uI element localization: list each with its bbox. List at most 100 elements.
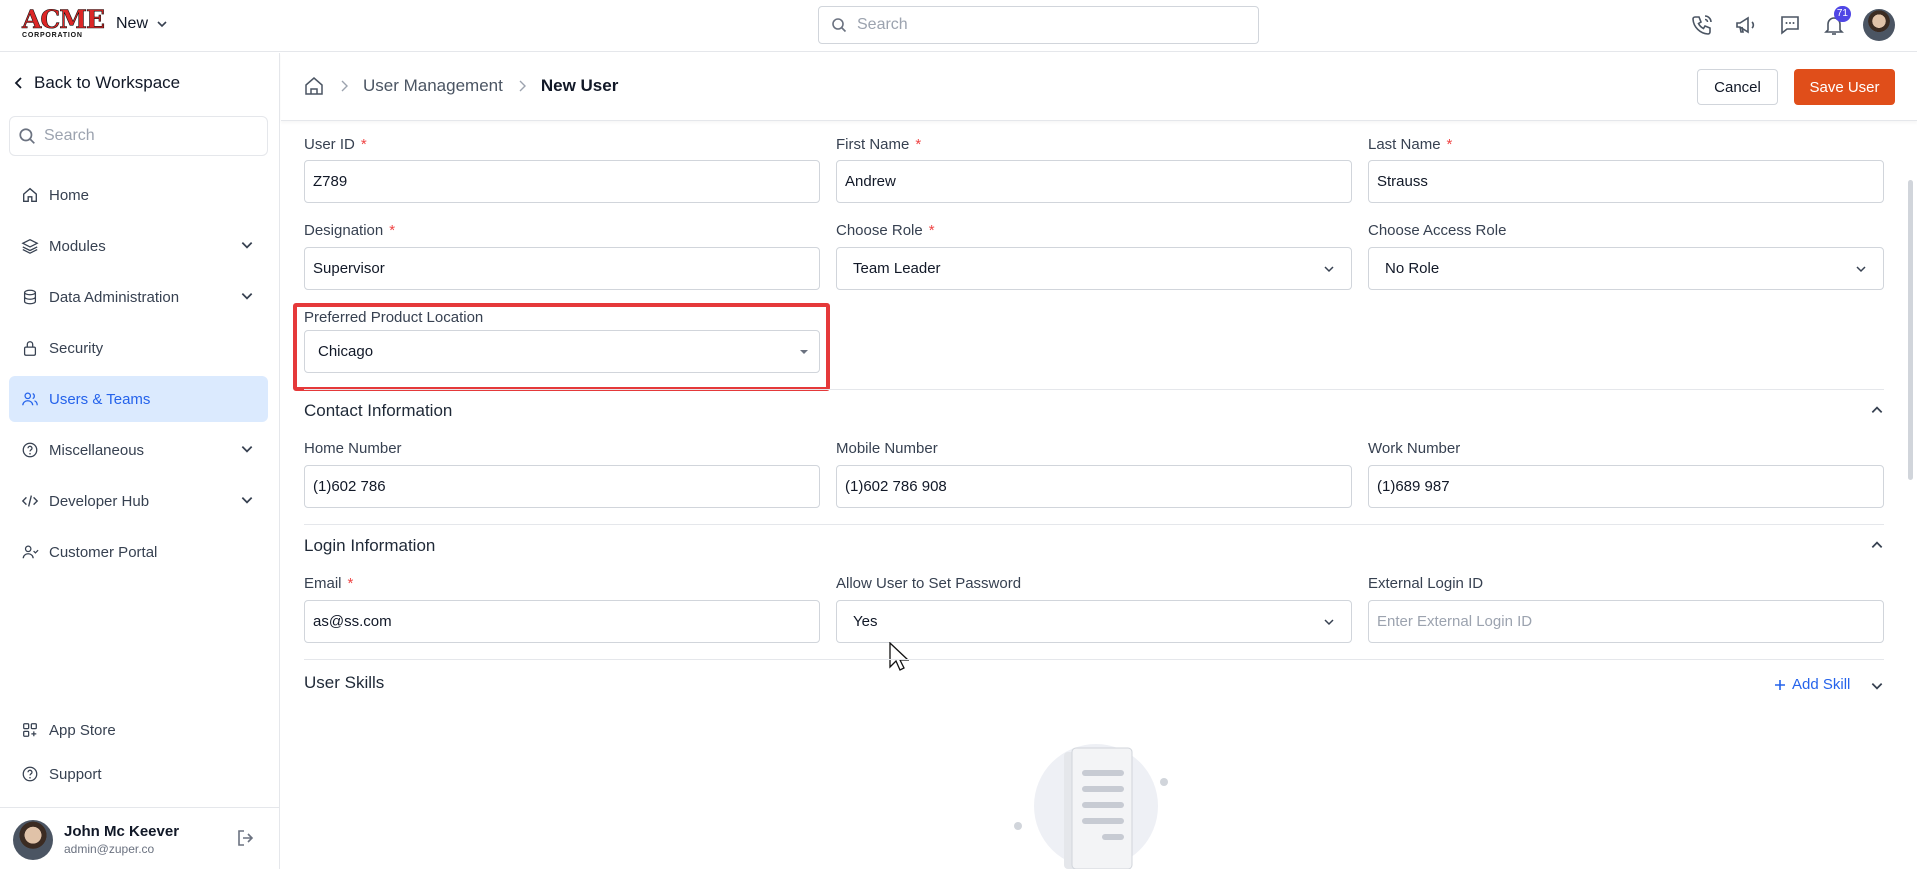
help-circle-icon [22, 442, 38, 458]
access-role-value: No Role [1385, 260, 1440, 277]
avatar[interactable] [1863, 9, 1895, 41]
sidebar-item-miscellaneous[interactable]: Miscellaneous [9, 427, 268, 473]
sidebar-item-label: Security [49, 339, 104, 357]
back-to-workspace-link[interactable]: Back to Workspace [14, 73, 180, 93]
sidebar-item-label: Support [49, 765, 102, 783]
plus-icon [1775, 679, 1785, 690]
access-role-select[interactable]: No Role [1368, 247, 1884, 290]
allow-password-value: Yes [853, 613, 878, 630]
designation-value: Supervisor [313, 260, 385, 277]
phone-icon[interactable] [1687, 10, 1717, 40]
save-user-button[interactable]: Save User [1794, 69, 1895, 105]
chevron-down-icon [1324, 266, 1334, 273]
home-number-label: Home Number [304, 440, 402, 457]
allow-password-label: Allow User to Set Password [836, 575, 1022, 592]
home-icon[interactable] [303, 75, 325, 97]
sidebar-item-label: Data Administration [49, 288, 180, 306]
allow-password-select[interactable]: Yes [836, 600, 1352, 643]
mouse-cursor-icon [889, 642, 909, 671]
user-id-field[interactable]: Z789 [304, 160, 820, 203]
mobile-number-field[interactable]: (1)602 786 908 [836, 465, 1352, 508]
sidebar-item-label: Modules [49, 237, 106, 255]
cancel-button[interactable]: Cancel [1697, 69, 1778, 105]
sidebar-item-security[interactable]: Security [9, 325, 268, 371]
sidebar: Back to Workspace Search Home Modules Da… [0, 53, 280, 869]
users-icon [22, 392, 38, 406]
apps-icon [23, 723, 37, 737]
chevron-down-icon [241, 446, 253, 453]
global-search-input[interactable]: Search [818, 6, 1259, 44]
breadcrumb: User Management New User [303, 75, 618, 97]
sidebar-item-users-teams[interactable]: Users & Teams [9, 376, 268, 422]
breadcrumb-user-management[interactable]: User Management [363, 76, 503, 96]
chevron-down-icon[interactable] [1870, 679, 1884, 693]
add-skill-label: Add Skill [1792, 676, 1851, 693]
external-login-id-field[interactable]: Enter External Login ID [1368, 600, 1884, 643]
notification-badge: 71 [1833, 6, 1851, 22]
sidebar-item-label: Customer Portal [49, 543, 158, 561]
new-label: New [116, 15, 149, 32]
section-divider [304, 524, 1884, 525]
home-icon [23, 187, 37, 202]
new-menu-button[interactable]: New [116, 15, 168, 33]
sidebar-item-app-store[interactable]: App Store [9, 707, 268, 753]
empty-state-illustration [1014, 744, 1168, 869]
sidebar-item-modules[interactable]: Modules [9, 223, 268, 269]
user-id-value: Z789 [313, 173, 348, 190]
last-name-field[interactable]: Strauss [1368, 160, 1884, 203]
bell-icon[interactable]: 71 [1819, 6, 1851, 40]
highlight-box [293, 303, 830, 391]
acme-logo[interactable]: ACME CORPORATION [22, 7, 106, 40]
sidebar-search-placeholder: Search [44, 127, 95, 144]
choose-role-label: Choose Role * [836, 222, 935, 239]
chat-icon[interactable] [1775, 10, 1805, 40]
chevron-right-icon [519, 80, 526, 92]
choose-role-select[interactable]: Team Leader [836, 247, 1352, 290]
last-name-label: Last Name * [1368, 136, 1453, 153]
work-number-field[interactable]: (1)689 987 [1368, 465, 1884, 508]
chevron-down-icon [157, 21, 167, 28]
first-name-label: First Name * [836, 136, 922, 153]
section-divider [304, 389, 1884, 390]
sidebar-item-support[interactable]: Support [9, 751, 268, 797]
mobile-number-value: (1)602 786 908 [845, 478, 947, 495]
sidebar-item-label: Miscellaneous [49, 441, 145, 459]
designation-field[interactable]: Supervisor [304, 247, 820, 290]
work-number-label: Work Number [1368, 440, 1461, 457]
user-id-label: User ID * [304, 136, 367, 153]
first-name-field[interactable]: Andrew [836, 160, 1352, 203]
first-name-value: Andrew [845, 173, 896, 190]
chevron-up-icon[interactable] [1870, 403, 1884, 417]
sidebar-item-home[interactable]: Home [9, 172, 268, 218]
sidebar-item-developer-hub[interactable]: Developer Hub [9, 478, 268, 524]
chevron-up-icon[interactable] [1870, 538, 1884, 552]
login-information-heading: Login Information [304, 536, 436, 555]
search-icon [19, 128, 35, 144]
sidebar-item-label: Users & Teams [49, 390, 151, 408]
home-number-field[interactable]: (1)602 786 [304, 465, 820, 508]
user-profile-footer[interactable]: John Mc Keever admin@zuper.co [0, 807, 279, 869]
external-login-label: External Login ID [1368, 575, 1484, 592]
scrollbar[interactable] [1908, 180, 1913, 480]
chevron-left-icon [14, 77, 22, 89]
megaphone-icon[interactable] [1731, 10, 1761, 40]
chevron-down-icon [1856, 266, 1866, 273]
breadcrumb-current: New User [540, 76, 619, 95]
user-skills-heading: User Skills [304, 673, 385, 692]
email-field[interactable]: as@ss.com [304, 600, 820, 643]
chevron-right-icon [341, 80, 348, 92]
chevron-down-icon [241, 242, 253, 249]
email-label: Email * [304, 575, 354, 592]
sidebar-item-data-administration[interactable]: Data Administration [9, 274, 268, 320]
designation-label: Designation * [304, 222, 396, 239]
database-icon [23, 289, 37, 305]
logo-subtext: CORPORATION [22, 32, 83, 39]
chevron-down-icon [241, 497, 253, 504]
sidebar-search-input[interactable]: Search [9, 116, 268, 156]
code-icon [21, 495, 39, 507]
sidebar-item-customer-portal[interactable]: Customer Portal [9, 529, 268, 575]
logout-icon[interactable] [235, 827, 257, 849]
add-skill-button[interactable]: Add Skill [1774, 676, 1850, 693]
work-number-value: (1)689 987 [1377, 478, 1450, 495]
user-name: John Mc Keever [64, 823, 180, 840]
